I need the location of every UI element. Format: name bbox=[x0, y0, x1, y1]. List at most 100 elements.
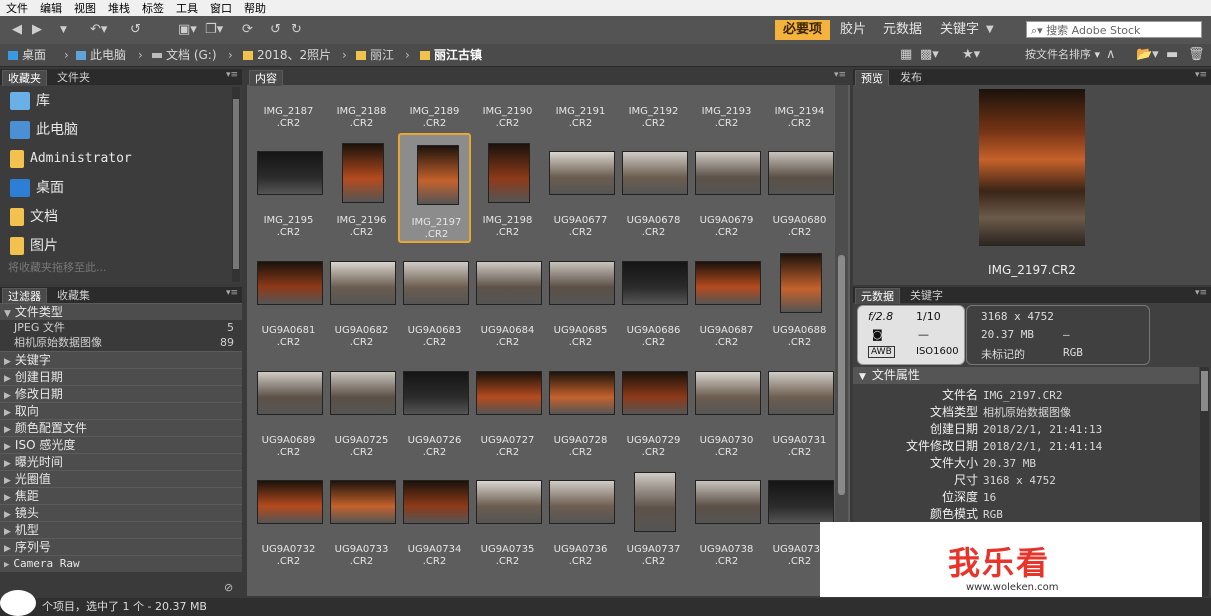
menu-file[interactable]: 文件 bbox=[0, 0, 34, 16]
thumbnail-cell[interactable]: UG9A0729 .CR2 bbox=[617, 353, 690, 463]
thumbnail-cell[interactable]: IMG_2197 .CR2 bbox=[398, 133, 471, 243]
favorite-library[interactable]: 库 bbox=[10, 89, 50, 113]
thumbnail-cell[interactable]: UG9A0686 .CR2 bbox=[617, 243, 690, 353]
thumbnail-cell[interactable]: UG9A0735 .CR2 bbox=[471, 462, 544, 572]
tab-publish[interactable]: 发布 bbox=[895, 70, 927, 85]
tab-favorites[interactable]: 收藏夹 bbox=[2, 70, 47, 86]
menu-stack[interactable]: 堆栈 bbox=[102, 0, 136, 16]
panel-menu-icon[interactable]: ▾≡ bbox=[1195, 288, 1207, 298]
breadcrumb-lijiang[interactable]: 丽江 bbox=[356, 47, 394, 63]
workspace-filmstrip[interactable]: 胶片 bbox=[832, 20, 874, 40]
breadcrumb-this-pc[interactable]: 此电脑 bbox=[76, 47, 126, 63]
thumbnail-cell[interactable]: UG9A0734 .CR2 bbox=[398, 462, 471, 572]
filter-section-file-type[interactable]: ▼ 文件类型 bbox=[0, 303, 242, 320]
tab-metadata[interactable]: 元数据 bbox=[855, 288, 900, 304]
thumbnail-cell[interactable]: UG9A0677 .CR2 bbox=[544, 133, 617, 243]
search-input[interactable]: ⌕▾ 搜索 Adobe Stock bbox=[1026, 21, 1202, 38]
breadcrumb-separator[interactable]: › bbox=[342, 47, 347, 63]
breadcrumb-separator[interactable]: › bbox=[405, 47, 410, 63]
sort-dropdown[interactable]: 按文件名排序 ▾ bbox=[1025, 47, 1100, 63]
filter-section-date-created[interactable]: ▶ 创建日期 bbox=[0, 368, 242, 385]
thumbnail-cell[interactable]: UG9A0731 .CR2 bbox=[763, 353, 836, 463]
breadcrumb-photos[interactable]: 2018、2照片 bbox=[243, 47, 331, 63]
thumbnail-cell[interactable]: UG9A0685 .CR2 bbox=[544, 243, 617, 353]
thumbnail-cell[interactable]: UG9A0727 .CR2 bbox=[471, 353, 544, 463]
filter-section-orientation[interactable]: ▶ 取向 bbox=[0, 402, 242, 419]
thumbnail-cell[interactable]: UG9A0689 .CR2 bbox=[252, 353, 325, 463]
thumbnail-cell[interactable]: UG9A0736 .CR2 bbox=[544, 462, 617, 572]
tab-keywords[interactable]: 关键字 bbox=[905, 288, 948, 303]
boomerang-icon[interactable]: ↶▾ bbox=[90, 22, 107, 38]
panel-menu-icon[interactable]: ▾≡ bbox=[226, 70, 238, 80]
filter-section-serial[interactable]: ▶ 序列号 bbox=[0, 538, 242, 555]
thumbnail-cell[interactable]: UG9A0683 .CR2 bbox=[398, 243, 471, 353]
thumbnail-cell[interactable]: UG9A0728 .CR2 bbox=[544, 353, 617, 463]
thumbnail-cell[interactable]: UG9A0726 .CR2 bbox=[398, 353, 471, 463]
workspace-menu-icon[interactable]: ▼ bbox=[986, 22, 994, 38]
sort-ascending-icon[interactable]: ∧ bbox=[1106, 47, 1116, 63]
panel-menu-icon[interactable]: ▾≡ bbox=[834, 70, 846, 80]
thumbnail-cell[interactable]: UG9A0681 .CR2 bbox=[252, 243, 325, 353]
menu-view[interactable]: 视图 bbox=[68, 0, 102, 16]
filter-section-lens[interactable]: ▶ 镜头 bbox=[0, 504, 242, 521]
back-arrow-icon[interactable]: ◀ bbox=[12, 22, 22, 38]
menu-label[interactable]: 标签 bbox=[136, 0, 170, 16]
favorite-documents[interactable]: 文档 bbox=[10, 205, 58, 229]
section-file-properties[interactable]: ▼ 文件属性 bbox=[853, 367, 1199, 384]
thumbnail-cell[interactable]: UG9A0733 .CR2 bbox=[325, 462, 398, 572]
filter-section-camera-raw[interactable]: ▶ Camera Raw bbox=[0, 555, 242, 572]
tab-preview[interactable]: 预览 bbox=[855, 70, 889, 86]
thumbnail-cell[interactable]: UG9A0732 .CR2 bbox=[252, 462, 325, 572]
menu-window[interactable]: 窗口 bbox=[204, 0, 238, 16]
refine-icon[interactable]: ❐▾ bbox=[205, 22, 223, 38]
favorites-scrollbar[interactable] bbox=[232, 87, 240, 282]
view-mode-icon[interactable]: ▩▾ bbox=[920, 47, 939, 63]
tab-content[interactable]: 内容 bbox=[249, 70, 283, 86]
filter-section-model[interactable]: ▶ 机型 bbox=[0, 521, 242, 538]
breadcrumb-separator[interactable]: › bbox=[228, 47, 233, 63]
delete-icon[interactable]: 🗑 bbox=[1188, 47, 1205, 63]
rating-filter-icon[interactable]: ★▾ bbox=[962, 47, 980, 63]
breadcrumb-separator[interactable]: › bbox=[64, 47, 69, 63]
rotate-right-icon[interactable]: ↻ bbox=[291, 22, 302, 38]
filter-section-exposure-time[interactable]: ▶ 曝光时间 bbox=[0, 453, 242, 470]
filter-section-aperture[interactable]: ▶ 光圈值 bbox=[0, 470, 242, 487]
sync-icon[interactable]: ⟳ bbox=[242, 22, 253, 38]
thumbnail-cell[interactable]: IMG_2198 .CR2 bbox=[471, 133, 544, 243]
filter-option-jpeg[interactable]: JPEG 文件 5 bbox=[0, 320, 242, 335]
thumbnail-cell[interactable]: UG9A0737 .CR2 bbox=[617, 462, 690, 572]
thumbnail-quality-icon[interactable]: ▦ bbox=[900, 47, 912, 63]
preview-image[interactable] bbox=[979, 89, 1085, 246]
camera-import-icon[interactable]: ▣▾ bbox=[178, 22, 197, 38]
workspace-keywords[interactable]: 关键字 bbox=[932, 20, 987, 40]
thumbnail-cell[interactable]: UG9A0730 .CR2 bbox=[690, 353, 763, 463]
thumbnail-cell[interactable]: UG9A0679 .CR2 bbox=[690, 133, 763, 243]
thumbnail-cell[interactable]: UG9A0678 .CR2 bbox=[617, 133, 690, 243]
panel-menu-icon[interactable]: ▾≡ bbox=[1195, 70, 1207, 80]
content-scrollbar[interactable] bbox=[835, 85, 848, 596]
clear-filter-icon[interactable]: ⊘ bbox=[224, 581, 233, 594]
filter-section-color-profile[interactable]: ▶ 颜色配置文件 bbox=[0, 419, 242, 436]
filter-option-raw[interactable]: 相机原始数据图像 89 bbox=[0, 335, 242, 350]
thumbnail-cell[interactable]: UG9A0682 .CR2 bbox=[325, 243, 398, 353]
new-folder-icon[interactable]: ▬ bbox=[1166, 47, 1178, 63]
menu-help[interactable]: 帮助 bbox=[238, 0, 272, 16]
thumbnail-cell[interactable]: UG9A0725 .CR2 bbox=[325, 353, 398, 463]
thumbnail-cell[interactable]: UG9A0684 .CR2 bbox=[471, 243, 544, 353]
favorite-desktop[interactable]: 桌面 bbox=[10, 176, 64, 200]
thumbnail-cell[interactable]: IMG_2196 .CR2 bbox=[325, 133, 398, 243]
menu-edit[interactable]: 编辑 bbox=[34, 0, 68, 16]
breadcrumb-separator[interactable]: › bbox=[138, 47, 143, 63]
workspace-essentials[interactable]: 必要项 bbox=[775, 20, 831, 40]
tab-filter[interactable]: 过滤器 bbox=[2, 288, 47, 304]
recent-dropdown-icon[interactable]: ▼ bbox=[60, 22, 67, 38]
filter-section-focal-length[interactable]: ▶ 焦距 bbox=[0, 487, 242, 504]
breadcrumb-current[interactable]: 丽江古镇 bbox=[420, 47, 482, 63]
thumbnail-cell[interactable]: UG9A0688 .CR2 bbox=[763, 243, 836, 353]
favorite-this-pc[interactable]: 此电脑 bbox=[10, 118, 78, 142]
thumbnail-cell[interactable]: UG9A0738 .CR2 bbox=[690, 462, 763, 572]
rotate-left-icon[interactable]: ↺ bbox=[270, 22, 281, 38]
thumbnail-cell[interactable]: UG9A0687 .CR2 bbox=[690, 243, 763, 353]
tab-folders[interactable]: 文件夹 bbox=[52, 70, 95, 85]
favorite-pictures[interactable]: 图片 bbox=[10, 234, 58, 258]
